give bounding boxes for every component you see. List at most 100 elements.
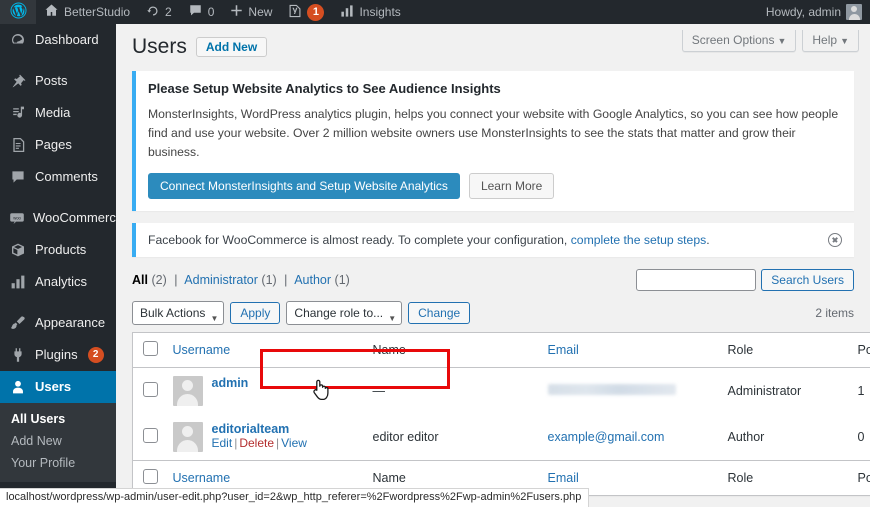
svg-text:woo: woo: [13, 215, 21, 220]
monsterinsights-notice-heading: Please Setup Website Analytics to See Au…: [148, 81, 501, 97]
browser-status-bar: localhost/wordpress/wp-admin/user-edit.p…: [0, 488, 590, 507]
insights-menu[interactable]: Insights: [332, 0, 408, 24]
wordpress-logo-icon: [10, 2, 27, 22]
tablenav-top: Bulk Actions ▼ Apply Change role to... ▼ C…: [132, 301, 854, 326]
row-posts-cell: 0: [857, 430, 865, 445]
comments-menu[interactable]: 0: [180, 0, 223, 24]
column-footer-posts: Posts: [847, 460, 870, 496]
change-role-select-top[interactable]: Change role to... ▼: [286, 301, 403, 326]
delete-user-link[interactable]: Delete: [239, 436, 274, 450]
monsterinsights-notice: Please Setup Website Analytics to See Au…: [132, 71, 854, 212]
row-name-cell: editor editor: [372, 430, 439, 445]
yoast-count-badge: 1: [307, 3, 325, 21]
submenu-item-your-profile[interactable]: Your Profile: [0, 452, 116, 474]
filter-administrator-count: (1): [261, 273, 277, 288]
my-account-menu[interactable]: Howdy, admin: [758, 0, 870, 24]
sidebar-item-dashboard[interactable]: Dashboard: [0, 24, 116, 56]
select-all-checkbox-bottom[interactable]: [143, 469, 158, 485]
sort-username-link-bottom[interactable]: Username: [173, 471, 231, 485]
add-new-user-button[interactable]: Add New: [195, 36, 268, 57]
sidebar-item-users[interactable]: Users: [0, 371, 124, 403]
search-users-button[interactable]: Search Users: [761, 269, 854, 292]
search-input[interactable]: [636, 269, 757, 292]
sidebar-item-comments[interactable]: Comments: [0, 161, 116, 193]
sidebar-item-label: WooCommerce: [33, 210, 124, 225]
updates-icon: [146, 4, 160, 21]
sidebar-item-products[interactable]: Products: [0, 234, 116, 266]
row-actions: Edit | Delete | View: [212, 436, 307, 450]
row-checkbox[interactable]: [143, 382, 158, 398]
products-box-icon: [9, 242, 27, 258]
role-filter-links: All (2) | Administrator (1) | Author (1): [132, 269, 350, 287]
plugins-update-badge: 2: [87, 347, 104, 363]
sidebar-item-label: Media: [35, 105, 71, 120]
help-tab[interactable]: Help ▼: [802, 30, 859, 52]
submenu-item-all-users[interactable]: All Users: [0, 408, 116, 430]
yoast-seo-icon: [288, 4, 302, 21]
sidebar-item-analytics[interactable]: Analytics: [0, 266, 116, 298]
edit-user-link[interactable]: Edit: [212, 436, 233, 450]
filter-all-link[interactable]: All: [132, 273, 148, 287]
woocommerce-icon: woo: [9, 210, 25, 226]
screen-options-tab[interactable]: Screen Options ▼: [681, 30, 797, 52]
home-icon: [44, 3, 59, 21]
sidebar-item-pages[interactable]: Pages: [0, 129, 116, 161]
users-table: Username Name Email Role Posts admin: [132, 332, 870, 497]
admin-wrap: Dashboard Posts Media Pages Comments woo…: [0, 24, 870, 507]
sort-username-link[interactable]: Username: [173, 343, 231, 357]
change-role-value: Change role to...: [294, 306, 384, 321]
connect-monsterinsights-button[interactable]: Connect MonsterInsights and Setup Websit…: [148, 173, 460, 200]
submenu-item-add-new[interactable]: Add New: [0, 430, 116, 452]
row-action-separator: |: [276, 436, 280, 451]
sidebar-item-posts[interactable]: Posts: [0, 65, 116, 97]
row-checkbox[interactable]: [143, 428, 158, 444]
screen-meta-tabs: Screen Options ▼ Help ▼: [681, 30, 859, 52]
sort-email-link[interactable]: Email: [548, 343, 579, 357]
site-name-menu[interactable]: BetterStudio: [36, 0, 138, 24]
learn-more-button[interactable]: Learn More: [468, 173, 555, 200]
updates-menu[interactable]: 2: [138, 0, 180, 24]
analytics-bars-icon: [9, 274, 27, 290]
column-header-email: Email: [537, 332, 718, 369]
facebook-setup-link[interactable]: complete the setup steps: [571, 233, 707, 247]
sidebar-item-media[interactable]: Media: [0, 97, 116, 129]
yoast-seo-menu[interactable]: 1: [280, 0, 332, 24]
dismiss-circle-icon[interactable]: [828, 233, 842, 248]
bulk-actions-select-top[interactable]: Bulk Actions ▼: [132, 301, 225, 326]
select-all-header: [132, 332, 163, 369]
insights-label: Insights: [359, 5, 401, 19]
username-link[interactable]: admin: [212, 376, 249, 390]
filter-administrator-link[interactable]: Administrator: [184, 273, 258, 287]
row-name-cell: —: [372, 384, 386, 399]
table-row[interactable]: editorialteam Edit | Delete | View editor ed…: [133, 414, 870, 461]
username-link[interactable]: editorialteam: [212, 422, 307, 436]
page-title: Users: [132, 35, 187, 58]
new-content-menu[interactable]: New: [222, 0, 280, 24]
sidebar-item-appearance[interactable]: Appearance: [0, 307, 116, 339]
media-icon: [9, 105, 27, 121]
chevron-down-icon: ▼: [388, 314, 397, 324]
email-link[interactable]: example@gmail.com: [548, 430, 665, 444]
table-row[interactable]: admin — Administrator 1: [133, 368, 870, 415]
sort-email-link-bottom[interactable]: Email: [548, 471, 579, 485]
select-all-checkbox-top[interactable]: [143, 341, 158, 357]
table-header-row: Username Name Email Role Posts: [132, 332, 870, 369]
sidebar-separator: [0, 298, 116, 307]
user-avatar-icon: [846, 4, 862, 20]
facebook-notice-text: Facebook for WooCommerce is almost ready…: [148, 233, 568, 248]
apply-bulk-action-button-top[interactable]: Apply: [230, 302, 281, 325]
change-role-button-top[interactable]: Change: [408, 302, 471, 325]
chevron-down-icon: ▼: [840, 36, 849, 46]
screen-options-label: Screen Options: [691, 33, 775, 47]
column-footer-role: Role: [717, 460, 848, 496]
paintbrush-icon: [9, 315, 27, 331]
sidebar-item-label: Users: [35, 379, 72, 394]
view-user-link[interactable]: View: [281, 436, 307, 450]
filter-author-link[interactable]: Author: [294, 273, 331, 287]
row-role-cell: Author: [727, 430, 765, 445]
sidebar-item-label: Pages: [35, 137, 72, 152]
sidebar-item-woocommerce[interactable]: woo WooCommerce: [0, 202, 123, 234]
sidebar-item-plugins[interactable]: Plugins 2: [0, 339, 116, 371]
column-header-posts: Posts: [847, 332, 870, 369]
wordpress-logo-menu[interactable]: [0, 0, 36, 24]
